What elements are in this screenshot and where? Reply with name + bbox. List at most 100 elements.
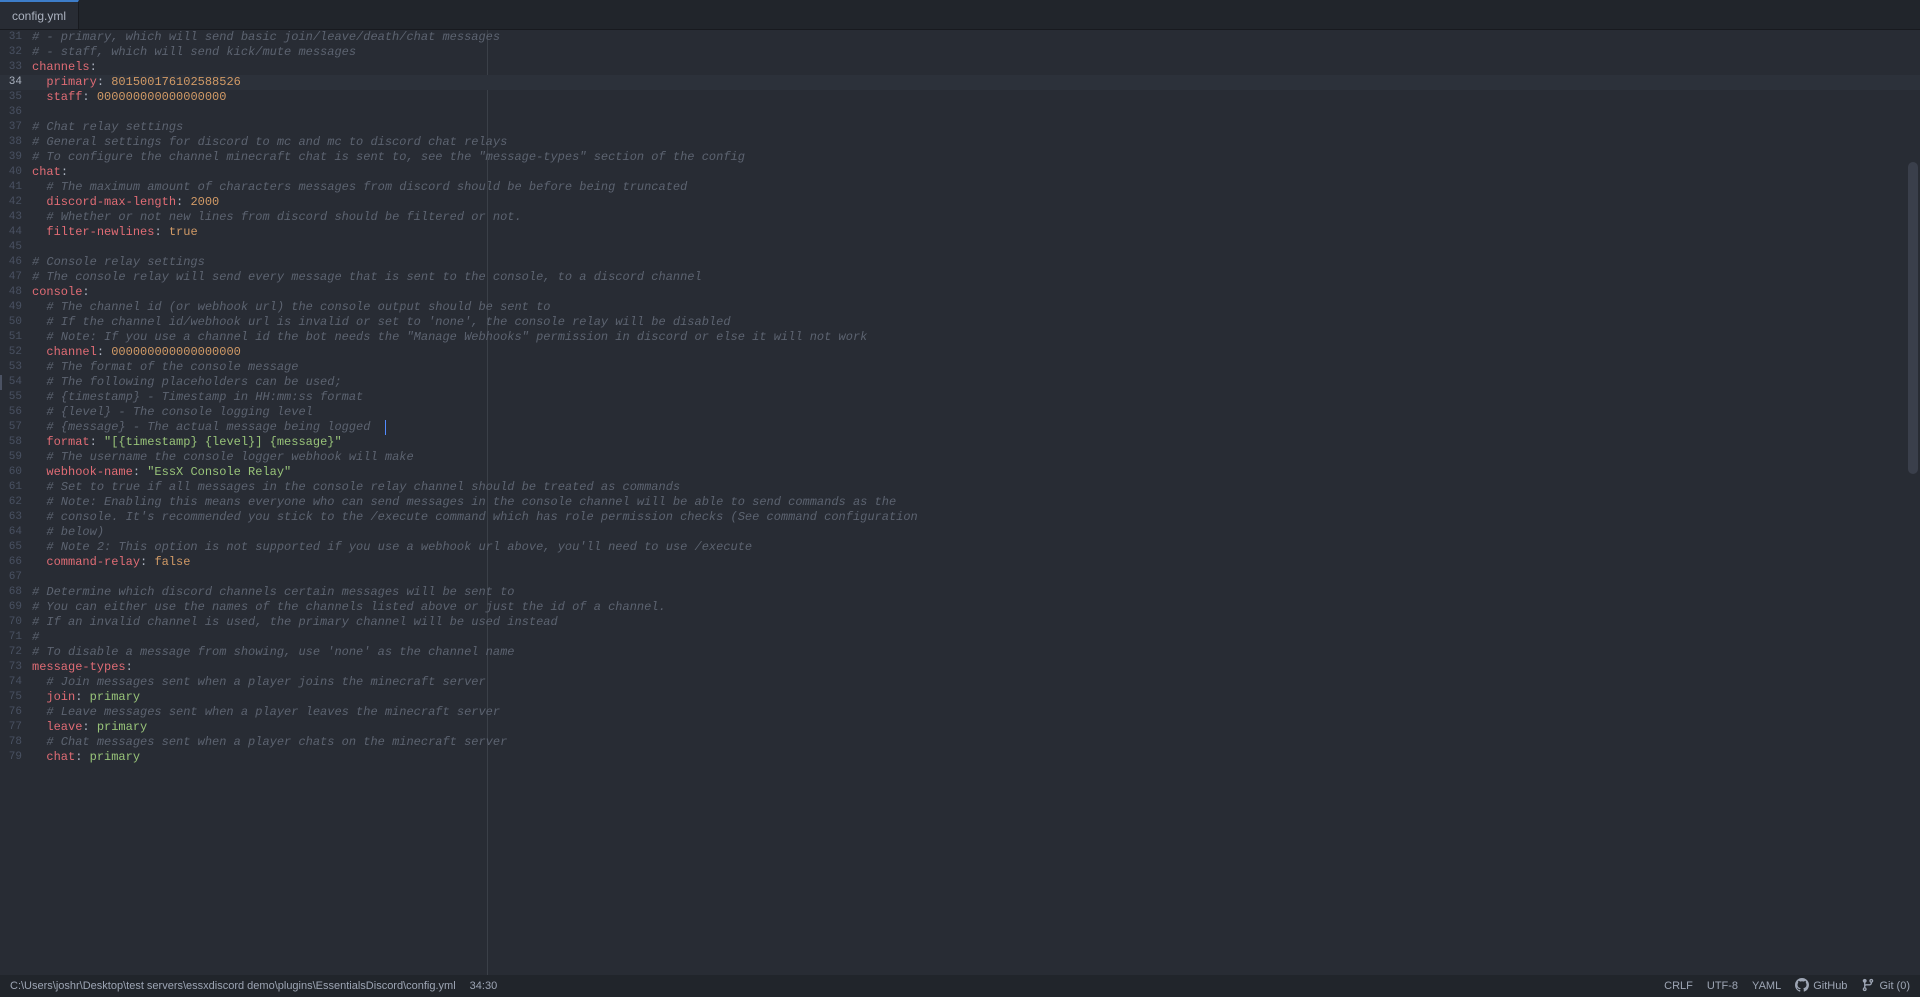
line-content: leave: primary — [32, 720, 1920, 735]
line-number: 31 — [0, 30, 32, 45]
code-line[interactable]: 68# Determine which discord channels cer… — [0, 585, 1920, 600]
code-line[interactable]: 32# - staff, which will send kick/mute m… — [0, 45, 1920, 60]
line-content: console: — [32, 285, 1920, 300]
code-line[interactable]: 74 # Join messages sent when a player jo… — [0, 675, 1920, 690]
code-line[interactable]: 54 # The following placeholders can be u… — [0, 375, 1920, 390]
line-content: # Determine which discord channels certa… — [32, 585, 1920, 600]
code-line[interactable]: 33channels: — [0, 60, 1920, 75]
line-content: # If the channel id/webhook url is inval… — [32, 315, 1920, 330]
code-line[interactable]: 64 # below) — [0, 525, 1920, 540]
tab-bar: config.yml — [0, 0, 1920, 30]
line-number: 56 — [0, 405, 32, 420]
line-content: # Whether or not new lines from discord … — [32, 210, 1920, 225]
tab-filename: config.yml — [12, 9, 66, 23]
code-line[interactable]: 31# - primary, which will send basic joi… — [0, 30, 1920, 45]
line-content: # - staff, which will send kick/mute mes… — [32, 45, 1920, 60]
code-line[interactable]: 62 # Note: Enabling this means everyone … — [0, 495, 1920, 510]
line-content: primary: 801500176102588526 — [32, 75, 1920, 90]
line-number: 48 — [0, 285, 32, 300]
line-number: 76 — [0, 705, 32, 720]
code-line[interactable]: 70# If an invalid channel is used, the p… — [0, 615, 1920, 630]
status-filepath[interactable]: C:\Users\joshr\Desktop\test servers\essx… — [10, 980, 456, 992]
line-number: 53 — [0, 360, 32, 375]
code-line[interactable]: 44 filter-newlines: true — [0, 225, 1920, 240]
scrollbar-thumb[interactable] — [1908, 162, 1918, 474]
line-content: webhook-name: "EssX Console Relay" — [32, 465, 1920, 480]
line-content: # {timestamp} - Timestamp in HH:mm:ss fo… — [32, 390, 1920, 405]
editor[interactable]: 31# - primary, which will send basic joi… — [0, 30, 1920, 975]
code-line[interactable]: 45 — [0, 240, 1920, 255]
code-line[interactable]: 75 join: primary — [0, 690, 1920, 705]
line-number: 45 — [0, 240, 32, 255]
tab-config-yml[interactable]: config.yml — [0, 0, 79, 29]
code-line[interactable]: 65 # Note 2: This option is not supporte… — [0, 540, 1920, 555]
status-github[interactable]: GitHub — [1795, 978, 1847, 995]
line-number: 40 — [0, 165, 32, 180]
code-line[interactable]: 59 # The username the console logger web… — [0, 450, 1920, 465]
status-git[interactable]: Git (0) — [1861, 978, 1910, 995]
code-line[interactable]: 67 — [0, 570, 1920, 585]
code-line[interactable]: 49 # The channel id (or webhook url) the… — [0, 300, 1920, 315]
line-content: join: primary — [32, 690, 1920, 705]
status-encoding[interactable]: UTF-8 — [1707, 980, 1738, 992]
code-line[interactable]: 41 # The maximum amount of characters me… — [0, 180, 1920, 195]
code-line[interactable]: 63 # console. It's recommended you stick… — [0, 510, 1920, 525]
line-content: # Chat messages sent when a player chats… — [32, 735, 1920, 750]
line-content: # console. It's recommended you stick to… — [32, 510, 1920, 525]
line-number: 42 — [0, 195, 32, 210]
code-line[interactable]: 69# You can either use the names of the … — [0, 600, 1920, 615]
code-line[interactable]: 52 channel: 000000000000000000 — [0, 345, 1920, 360]
code-line[interactable]: 53 # The format of the console message — [0, 360, 1920, 375]
text-caret — [385, 420, 386, 435]
line-number: 52 — [0, 345, 32, 360]
code-line[interactable]: 42 discord-max-length: 2000 — [0, 195, 1920, 210]
code-line[interactable]: 47# The console relay will send every me… — [0, 270, 1920, 285]
gutter-change-marker — [0, 375, 2, 390]
line-content: # Console relay settings — [32, 255, 1920, 270]
line-number: 54 — [0, 375, 32, 390]
line-number: 74 — [0, 675, 32, 690]
code-line[interactable]: 38# General settings for discord to mc a… — [0, 135, 1920, 150]
code-line[interactable]: 61 # Set to true if all messages in the … — [0, 480, 1920, 495]
code-line[interactable]: 34 primary: 801500176102588526 — [0, 75, 1920, 90]
code-line[interactable]: 46# Console relay settings — [0, 255, 1920, 270]
line-content: discord-max-length: 2000 — [32, 195, 1920, 210]
status-eol[interactable]: CRLF — [1664, 980, 1693, 992]
code-line[interactable]: 37# Chat relay settings — [0, 120, 1920, 135]
code-line[interactable]: 78 # Chat messages sent when a player ch… — [0, 735, 1920, 750]
line-content: channel: 000000000000000000 — [32, 345, 1920, 360]
code-line[interactable]: 66 command-relay: false — [0, 555, 1920, 570]
code-line[interactable]: 56 # {level} - The console logging level — [0, 405, 1920, 420]
code-line[interactable]: 79 chat: primary — [0, 750, 1920, 765]
code-line[interactable]: 73message-types: — [0, 660, 1920, 675]
code-line[interactable]: 35 staff: 000000000000000000 — [0, 90, 1920, 105]
code-line[interactable]: 60 webhook-name: "EssX Console Relay" — [0, 465, 1920, 480]
line-content: # Note: Enabling this means everyone who… — [32, 495, 1920, 510]
line-content: # To configure the channel minecraft cha… — [32, 150, 1920, 165]
code-line[interactable]: 43 # Whether or not new lines from disco… — [0, 210, 1920, 225]
code-area[interactable]: 31# - primary, which will send basic joi… — [0, 30, 1920, 975]
code-line[interactable]: 51 # Note: If you use a channel id the b… — [0, 330, 1920, 345]
code-line[interactable]: 58 format: "[{timestamp} {level}] {messa… — [0, 435, 1920, 450]
code-line[interactable]: 36 — [0, 105, 1920, 120]
line-content: # below) — [32, 525, 1920, 540]
code-line[interactable]: 77 leave: primary — [0, 720, 1920, 735]
code-line[interactable]: 76 # Leave messages sent when a player l… — [0, 705, 1920, 720]
line-number: 38 — [0, 135, 32, 150]
code-line[interactable]: 57 # {message} - The actual message bein… — [0, 420, 1920, 435]
status-language[interactable]: YAML — [1752, 980, 1781, 992]
code-line[interactable]: 50 # If the channel id/webhook url is in… — [0, 315, 1920, 330]
line-content: channels: — [32, 60, 1920, 75]
code-line[interactable]: 40chat: — [0, 165, 1920, 180]
status-cursor-position[interactable]: 34:30 — [470, 980, 498, 992]
code-line[interactable]: 39# To configure the channel minecraft c… — [0, 150, 1920, 165]
code-line[interactable]: 72# To disable a message from showing, u… — [0, 645, 1920, 660]
vertical-scrollbar[interactable] — [1906, 30, 1920, 975]
line-number: 58 — [0, 435, 32, 450]
line-number: 70 — [0, 615, 32, 630]
code-line[interactable]: 55 # {timestamp} - Timestamp in HH:mm:ss… — [0, 390, 1920, 405]
line-number: 49 — [0, 300, 32, 315]
code-line[interactable]: 48console: — [0, 285, 1920, 300]
code-line[interactable]: 71# — [0, 630, 1920, 645]
github-icon — [1795, 978, 1809, 995]
